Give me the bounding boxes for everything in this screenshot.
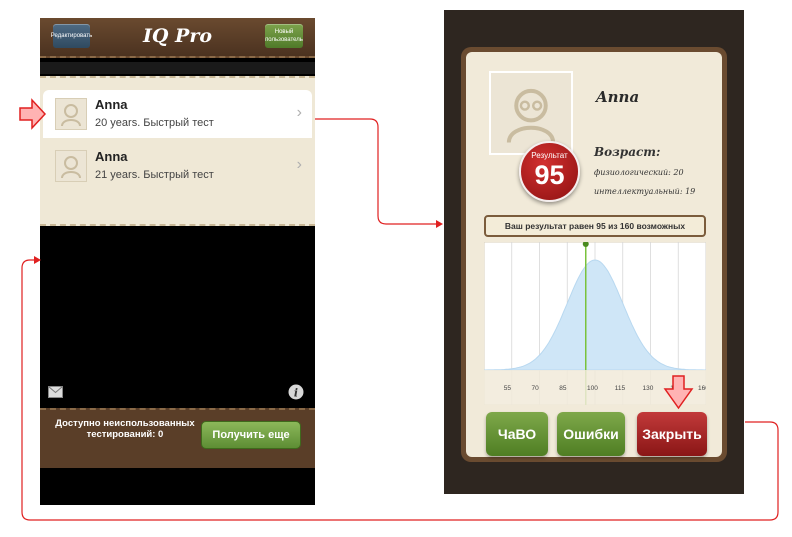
action-buttons: ЧаВО Ошибки Закрыть xyxy=(476,407,716,456)
avatar xyxy=(55,98,87,130)
right-phone-screen: Anna Возраст: физиологический: 20 интелл… xyxy=(444,10,744,494)
left-phone-screen: Редактировать IQ Pro Новый пользователь … xyxy=(40,18,315,505)
score-label: Результат xyxy=(531,151,568,160)
age-intellectual: интеллектуальный: 19 xyxy=(594,187,696,196)
x-tick-label: 70 xyxy=(532,385,540,392)
person-avatar-icon xyxy=(61,156,81,179)
result-card: Anna Возраст: физиологический: 20 интелл… xyxy=(461,47,727,462)
chevron-right-icon: › xyxy=(296,104,302,121)
avatar xyxy=(55,150,87,182)
info-icon[interactable]: i xyxy=(288,384,304,400)
iq-distribution-chart: 55 70 85 100 115 130 145 160 xyxy=(484,242,706,405)
person-avatar-icon xyxy=(61,104,81,127)
new-user-button[interactable]: Новый пользователь xyxy=(265,24,303,48)
result-user-name: Anna xyxy=(596,88,640,106)
age-label: Возраст: xyxy=(594,145,661,159)
person-avatar-icon xyxy=(506,88,556,143)
close-button[interactable]: Закрыть xyxy=(637,412,707,456)
header-strip xyxy=(40,62,315,74)
x-tick-label: 145 xyxy=(670,385,681,392)
score-badge: Результат 95 xyxy=(519,141,580,202)
available-tests-text: Доступно неиспользованных тестирований: … xyxy=(55,418,195,440)
user-subtitle: 20 years. Быстрый тест xyxy=(95,117,214,129)
result-card-inner: Anna Возраст: физиологический: 20 интелл… xyxy=(466,52,722,457)
score-value: 95 xyxy=(534,160,565,190)
user-row[interactable]: Anna 20 years. Быстрый тест › xyxy=(43,90,312,138)
app-header: Редактировать IQ Pro Новый пользователь xyxy=(40,18,315,58)
x-tick-label: 100 xyxy=(587,385,598,392)
flow-connector-line xyxy=(315,118,436,225)
chevron-right-icon: › xyxy=(296,156,302,173)
get-more-button[interactable]: Получить еще xyxy=(201,421,301,449)
arrowhead-icon xyxy=(436,220,443,228)
user-row[interactable]: Anna 21 years. Быстрый тест › xyxy=(43,142,312,190)
result-banner: Ваш результат равен 95 из 160 возможных xyxy=(484,215,706,237)
x-tick-label: 85 xyxy=(559,385,567,392)
user-name: Anna xyxy=(95,97,128,112)
age-physiological: физиологический: 20 xyxy=(594,168,684,177)
user-subtitle: 21 years. Быстрый тест xyxy=(95,169,214,181)
bottom-bar: Доступно неиспользованных тестирований: … xyxy=(40,408,315,468)
user-name: Anna xyxy=(95,149,128,164)
errors-button[interactable]: Ошибки xyxy=(557,412,625,456)
user-list: Anna 20 years. Быстрый тест › Anna 21 ye… xyxy=(40,76,315,226)
x-tick-label: 130 xyxy=(643,385,654,392)
x-tick-label: 160 xyxy=(698,385,706,392)
mail-icon[interactable] xyxy=(48,386,63,398)
stage: Редактировать IQ Pro Новый пользователь … xyxy=(0,0,792,537)
x-tick-label: 55 xyxy=(504,385,512,392)
faq-button[interactable]: ЧаВО xyxy=(486,412,548,456)
svg-text:i: i xyxy=(294,387,298,400)
x-tick-label: 115 xyxy=(615,385,626,392)
